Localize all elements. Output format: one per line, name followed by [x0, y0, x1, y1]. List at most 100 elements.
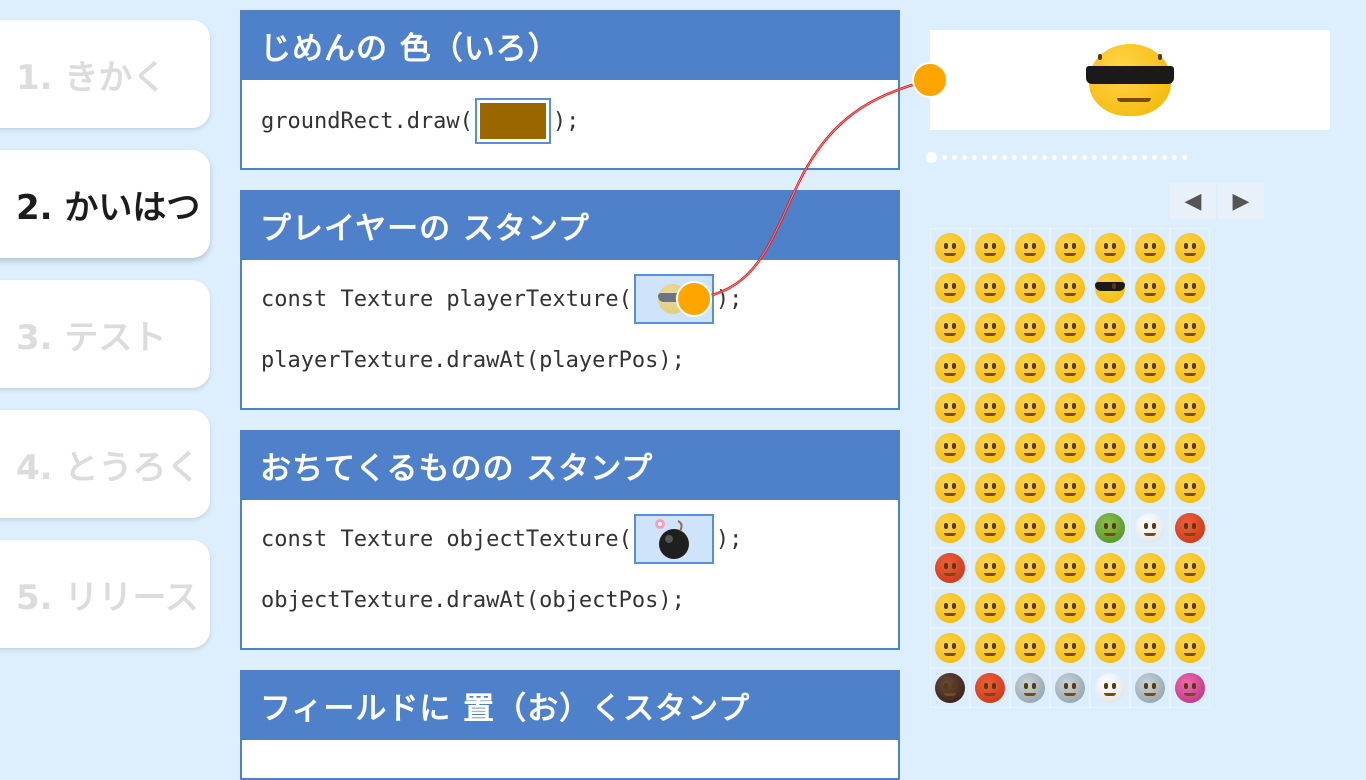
- page-dot[interactable]: [1052, 155, 1057, 160]
- emoji-cell[interactable]: [1170, 428, 1210, 468]
- emoji-cell[interactable]: [1130, 508, 1170, 548]
- emoji-cell[interactable]: [1010, 428, 1050, 468]
- page-dot[interactable]: [1082, 155, 1087, 160]
- page-dot[interactable]: [942, 155, 947, 160]
- emoji-cell[interactable]: [970, 628, 1010, 668]
- emoji-cell[interactable]: [1050, 588, 1090, 628]
- emoji-cell[interactable]: [1050, 348, 1090, 388]
- emoji-cell[interactable]: [1090, 548, 1130, 588]
- emoji-cell[interactable]: [1010, 548, 1050, 588]
- emoji-cell[interactable]: [1010, 388, 1050, 428]
- page-dot[interactable]: [1142, 155, 1147, 160]
- emoji-cell[interactable]: [970, 468, 1010, 508]
- emoji-cell[interactable]: [1170, 228, 1210, 268]
- emoji-cell[interactable]: [1090, 468, 1130, 508]
- emoji-cell[interactable]: [1090, 428, 1130, 468]
- next-page-button[interactable]: ▶: [1218, 183, 1264, 219]
- emoji-cell[interactable]: [1010, 588, 1050, 628]
- step-tab-register[interactable]: 4. とうろく: [0, 410, 210, 518]
- emoji-cell[interactable]: [1090, 508, 1130, 548]
- emoji-cell[interactable]: [970, 588, 1010, 628]
- emoji-cell[interactable]: [1130, 588, 1170, 628]
- page-dot[interactable]: [1162, 155, 1167, 160]
- page-dot[interactable]: [1102, 155, 1107, 160]
- page-dot[interactable]: [926, 152, 937, 163]
- page-dot[interactable]: [1182, 155, 1187, 160]
- page-dot[interactable]: [1152, 155, 1157, 160]
- page-dot[interactable]: [952, 155, 957, 160]
- page-dot[interactable]: [1042, 155, 1047, 160]
- emoji-cell[interactable]: [1170, 468, 1210, 508]
- emoji-cell[interactable]: [1090, 588, 1130, 628]
- emoji-cell[interactable]: [970, 388, 1010, 428]
- emoji-cell[interactable]: [970, 228, 1010, 268]
- emoji-cell[interactable]: [1170, 308, 1210, 348]
- emoji-cell[interactable]: [970, 548, 1010, 588]
- emoji-cell[interactable]: [1050, 428, 1090, 468]
- emoji-cell[interactable]: [970, 308, 1010, 348]
- emoji-cell[interactable]: [1050, 668, 1090, 708]
- emoji-cell[interactable]: [1090, 628, 1130, 668]
- emoji-cell[interactable]: [1130, 388, 1170, 428]
- page-dot[interactable]: [1112, 155, 1117, 160]
- emoji-cell[interactable]: [1090, 388, 1130, 428]
- emoji-cell[interactable]: [1130, 428, 1170, 468]
- emoji-cell[interactable]: [1130, 628, 1170, 668]
- page-dot[interactable]: [1012, 155, 1017, 160]
- emoji-cell[interactable]: [1090, 228, 1130, 268]
- emoji-cell[interactable]: [930, 348, 970, 388]
- emoji-cell[interactable]: [1090, 668, 1130, 708]
- emoji-cell[interactable]: [970, 428, 1010, 468]
- emoji-cell[interactable]: [930, 428, 970, 468]
- emoji-cell[interactable]: [1130, 228, 1170, 268]
- emoji-cell[interactable]: [970, 508, 1010, 548]
- emoji-cell[interactable]: [1010, 468, 1050, 508]
- emoji-cell[interactable]: [1050, 268, 1090, 308]
- step-tab-plan[interactable]: 1. きかく: [0, 20, 210, 128]
- emoji-cell[interactable]: [1170, 388, 1210, 428]
- prev-page-button[interactable]: ◀: [1170, 183, 1216, 219]
- emoji-cell[interactable]: [1130, 348, 1170, 388]
- emoji-cell[interactable]: [1010, 268, 1050, 308]
- page-dot[interactable]: [1132, 155, 1137, 160]
- ground-color-swatch[interactable]: [474, 98, 551, 144]
- emoji-cell[interactable]: [1010, 228, 1050, 268]
- object-stamp-slot[interactable]: [633, 514, 714, 564]
- emoji-cell[interactable]: [1090, 308, 1130, 348]
- emoji-cell[interactable]: [1050, 228, 1090, 268]
- emoji-cell[interactable]: [930, 508, 970, 548]
- emoji-cell[interactable]: [1130, 268, 1170, 308]
- emoji-cell[interactable]: [1130, 668, 1170, 708]
- emoji-cell[interactable]: [930, 268, 970, 308]
- emoji-cell[interactable]: [1130, 548, 1170, 588]
- emoji-cell[interactable]: [930, 668, 970, 708]
- page-dot[interactable]: [1122, 155, 1127, 160]
- step-tab-develop[interactable]: 2. かいはつ: [0, 150, 210, 258]
- emoji-cell[interactable]: [930, 588, 970, 628]
- emoji-cell[interactable]: [1170, 348, 1210, 388]
- emoji-cell[interactable]: [1010, 308, 1050, 348]
- emoji-cell[interactable]: [1050, 548, 1090, 588]
- emoji-cell[interactable]: [970, 348, 1010, 388]
- emoji-cell[interactable]: [930, 548, 970, 588]
- emoji-cell[interactable]: [1010, 668, 1050, 708]
- page-dot[interactable]: [1072, 155, 1077, 160]
- emoji-cell[interactable]: [1170, 548, 1210, 588]
- emoji-cell[interactable]: [1170, 268, 1210, 308]
- emoji-cell[interactable]: [1170, 588, 1210, 628]
- emoji-cell[interactable]: [1090, 268, 1130, 308]
- emoji-cell[interactable]: [1050, 308, 1090, 348]
- emoji-cell[interactable]: [1170, 508, 1210, 548]
- page-dot[interactable]: [962, 155, 967, 160]
- emoji-cell[interactable]: [1090, 348, 1130, 388]
- emoji-cell[interactable]: [1130, 468, 1170, 508]
- page-dot[interactable]: [1002, 155, 1007, 160]
- emoji-cell[interactable]: [930, 228, 970, 268]
- emoji-cell[interactable]: [930, 388, 970, 428]
- emoji-cell[interactable]: [930, 468, 970, 508]
- emoji-cell[interactable]: [970, 668, 1010, 708]
- emoji-cell[interactable]: [1130, 308, 1170, 348]
- emoji-cell[interactable]: [1050, 508, 1090, 548]
- emoji-cell[interactable]: [1170, 628, 1210, 668]
- step-tab-release[interactable]: 5. リリース: [0, 540, 210, 648]
